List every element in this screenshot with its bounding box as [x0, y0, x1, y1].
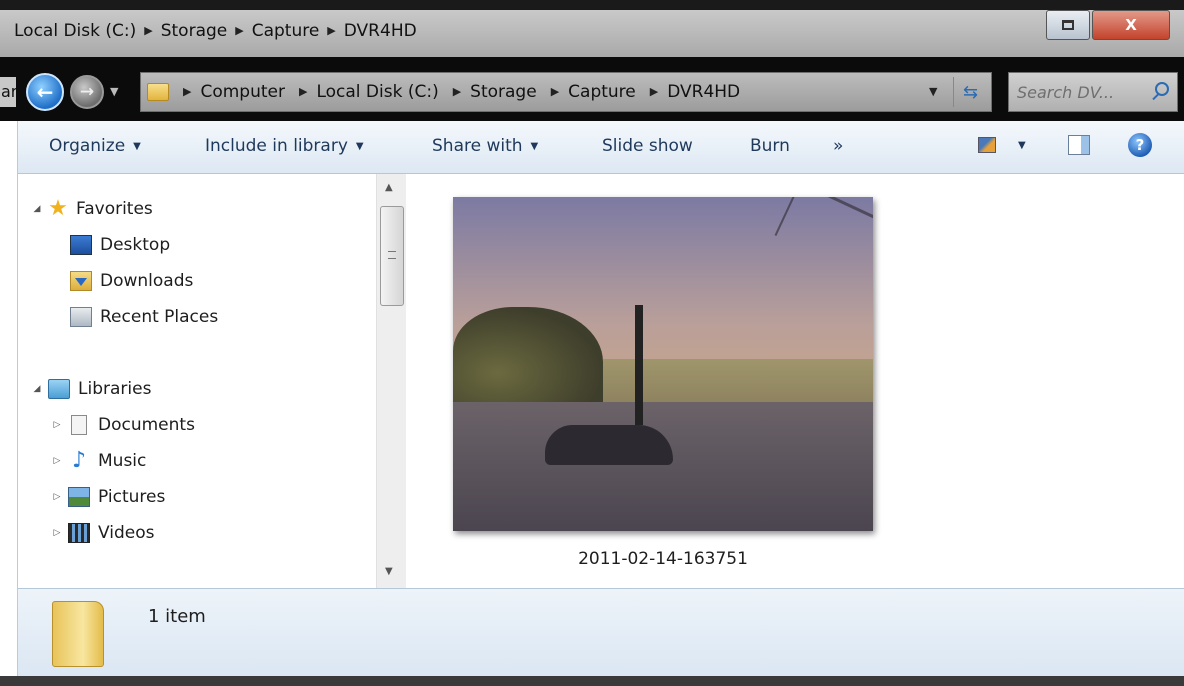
recent-places-icon [70, 307, 92, 327]
folder-icon [52, 601, 104, 667]
thumbnail-pole [635, 305, 643, 425]
title-crumb: Storage [160, 21, 228, 41]
thumbnail-ground [453, 402, 873, 531]
chevron-right-icon: ▶ [144, 24, 153, 37]
music-icon: ♪ [71, 448, 87, 473]
expand-collapse-icon[interactable]: ◢ [30, 204, 44, 214]
close-button[interactable]: X [1092, 10, 1170, 40]
navigation-pane: ◢ ★ Favorites Desktop Downloads Recent P… [18, 174, 408, 588]
desktop-icon [70, 235, 92, 255]
scroll-up-arrow-icon[interactable]: ▲ [385, 182, 393, 193]
scrollbar-thumb[interactable] [380, 206, 404, 306]
expand-icon[interactable]: ▷ [50, 492, 64, 502]
window-left-edge [0, 121, 18, 676]
expand-icon[interactable]: ▷ [50, 528, 64, 538]
pictures-icon [68, 487, 90, 507]
restore-icon [1062, 20, 1074, 30]
organize-button[interactable]: Organize ▼ [49, 136, 141, 156]
nav-item-videos[interactable]: ▷ Videos [50, 518, 155, 548]
chevron-right-icon: ▶ [327, 24, 336, 37]
thumbnail-trees [453, 307, 603, 417]
window-title: Local Disk (C:) ▶ Storage ▶ Capture ▶ DVR4HD [14, 21, 417, 41]
nav-item-documents[interactable]: ▷ Documents [50, 410, 195, 440]
change-view-icon[interactable] [978, 137, 996, 153]
help-icon[interactable]: ? [1128, 133, 1152, 157]
chevron-down-icon: ▼ [530, 141, 539, 152]
back-arrow-icon: ← [36, 80, 54, 104]
burn-button[interactable]: Burn [750, 136, 790, 156]
chevron-down-icon: ▼ [133, 141, 141, 152]
title-crumb: DVR4HD [343, 21, 417, 41]
address-dropdown-icon[interactable]: ▼ [929, 85, 937, 98]
taskbar-edge [0, 676, 1184, 686]
command-bar: Organize ▼ Include in library ▼ Share with… [18, 121, 1184, 174]
breadcrumb-item[interactable]: ▶ Storage [453, 82, 537, 102]
search-input[interactable] [1009, 73, 1149, 111]
slide-show-button[interactable]: Slide show [602, 136, 693, 156]
libraries-icon [48, 379, 70, 399]
forward-arrow-icon: → [79, 82, 95, 102]
breadcrumb-item[interactable]: ▶ Local Disk (C:) [299, 82, 439, 102]
image-thumbnail[interactable] [453, 197, 873, 531]
truncated-label: ar [0, 77, 16, 107]
title-crumb: Local Disk (C:) [14, 21, 137, 41]
folder-icon [147, 83, 169, 101]
address-row: ar ← → ▼ ▶ Computer ▶ Local Disk (C:) ▶ Sto… [0, 57, 1184, 121]
breadcrumb-item[interactable]: ▶ DVR4HD [650, 82, 740, 102]
chevron-right-icon: ▶ [452, 85, 462, 98]
nav-favorites[interactable]: ◢ ★ Favorites [30, 194, 153, 224]
nav-scrollbar[interactable]: ▲ ▼ [376, 174, 406, 588]
nav-item-recent-places[interactable]: Recent Places [66, 302, 218, 332]
chevron-right-icon: ▶ [649, 85, 659, 98]
chevron-right-icon: ▶ [550, 85, 560, 98]
refresh-button[interactable]: ⇆ [953, 77, 987, 107]
star-icon: ★ [48, 196, 68, 221]
file-name-label[interactable]: 2011-02-14-163751 [453, 549, 873, 569]
chevron-right-icon: ▶ [298, 85, 308, 98]
nav-item-pictures[interactable]: ▷ Pictures [50, 482, 165, 512]
forward-button[interactable]: → [70, 75, 104, 109]
scroll-down-arrow-icon[interactable]: ▼ [385, 566, 393, 577]
nav-item-desktop[interactable]: Desktop [66, 230, 170, 260]
view-options-dropdown[interactable]: ▼ [1018, 140, 1026, 151]
grip-icon [388, 251, 396, 259]
back-button[interactable]: ← [26, 73, 64, 111]
nav-item-downloads[interactable]: Downloads [66, 266, 193, 296]
recent-pages-dropdown[interactable]: ▼ [110, 85, 118, 98]
include-in-library-button[interactable]: Include in library ▼ [205, 136, 364, 156]
breadcrumb-item[interactable]: ▶ Capture [551, 82, 636, 102]
title-bar: Local Disk (C:) ▶ Storage ▶ Capture ▶ DVR4HD X [0, 10, 1184, 57]
thumbnail-car [545, 425, 673, 465]
search-icon[interactable] [1155, 82, 1169, 96]
chevron-right-icon: ▶ [235, 24, 244, 37]
expand-icon[interactable]: ▷ [50, 420, 64, 430]
breadcrumb-item[interactable]: ▶ Computer [183, 82, 285, 102]
more-commands-button[interactable]: » [833, 136, 843, 156]
address-bar[interactable]: ▶ Computer ▶ Local Disk (C:) ▶ Storage ▶ Cap… [140, 72, 992, 112]
nav-item-music[interactable]: ▷ ♪ Music [50, 446, 147, 476]
refresh-icon: ⇆ [962, 81, 979, 103]
restore-button[interactable] [1046, 10, 1090, 40]
share-with-button[interactable]: Share with ▼ [432, 136, 538, 156]
item-count: 1 item [148, 606, 206, 627]
close-icon: X [1125, 16, 1137, 34]
title-crumb: Capture [251, 21, 320, 41]
expand-collapse-icon[interactable]: ◢ [30, 384, 44, 394]
search-box[interactable] [1008, 72, 1178, 112]
chevron-right-icon: ▶ [183, 85, 192, 98]
nav-libraries[interactable]: ◢ Libraries [30, 374, 151, 404]
documents-icon [71, 415, 87, 435]
videos-icon [68, 523, 90, 543]
preview-pane-icon[interactable] [1068, 135, 1090, 155]
downloads-icon [70, 271, 92, 291]
chevron-down-icon: ▼ [355, 141, 364, 152]
expand-icon[interactable]: ▷ [50, 456, 64, 466]
file-list-pane: 2011-02-14-163751 [408, 174, 1184, 588]
details-pane: 1 item [18, 588, 1184, 676]
